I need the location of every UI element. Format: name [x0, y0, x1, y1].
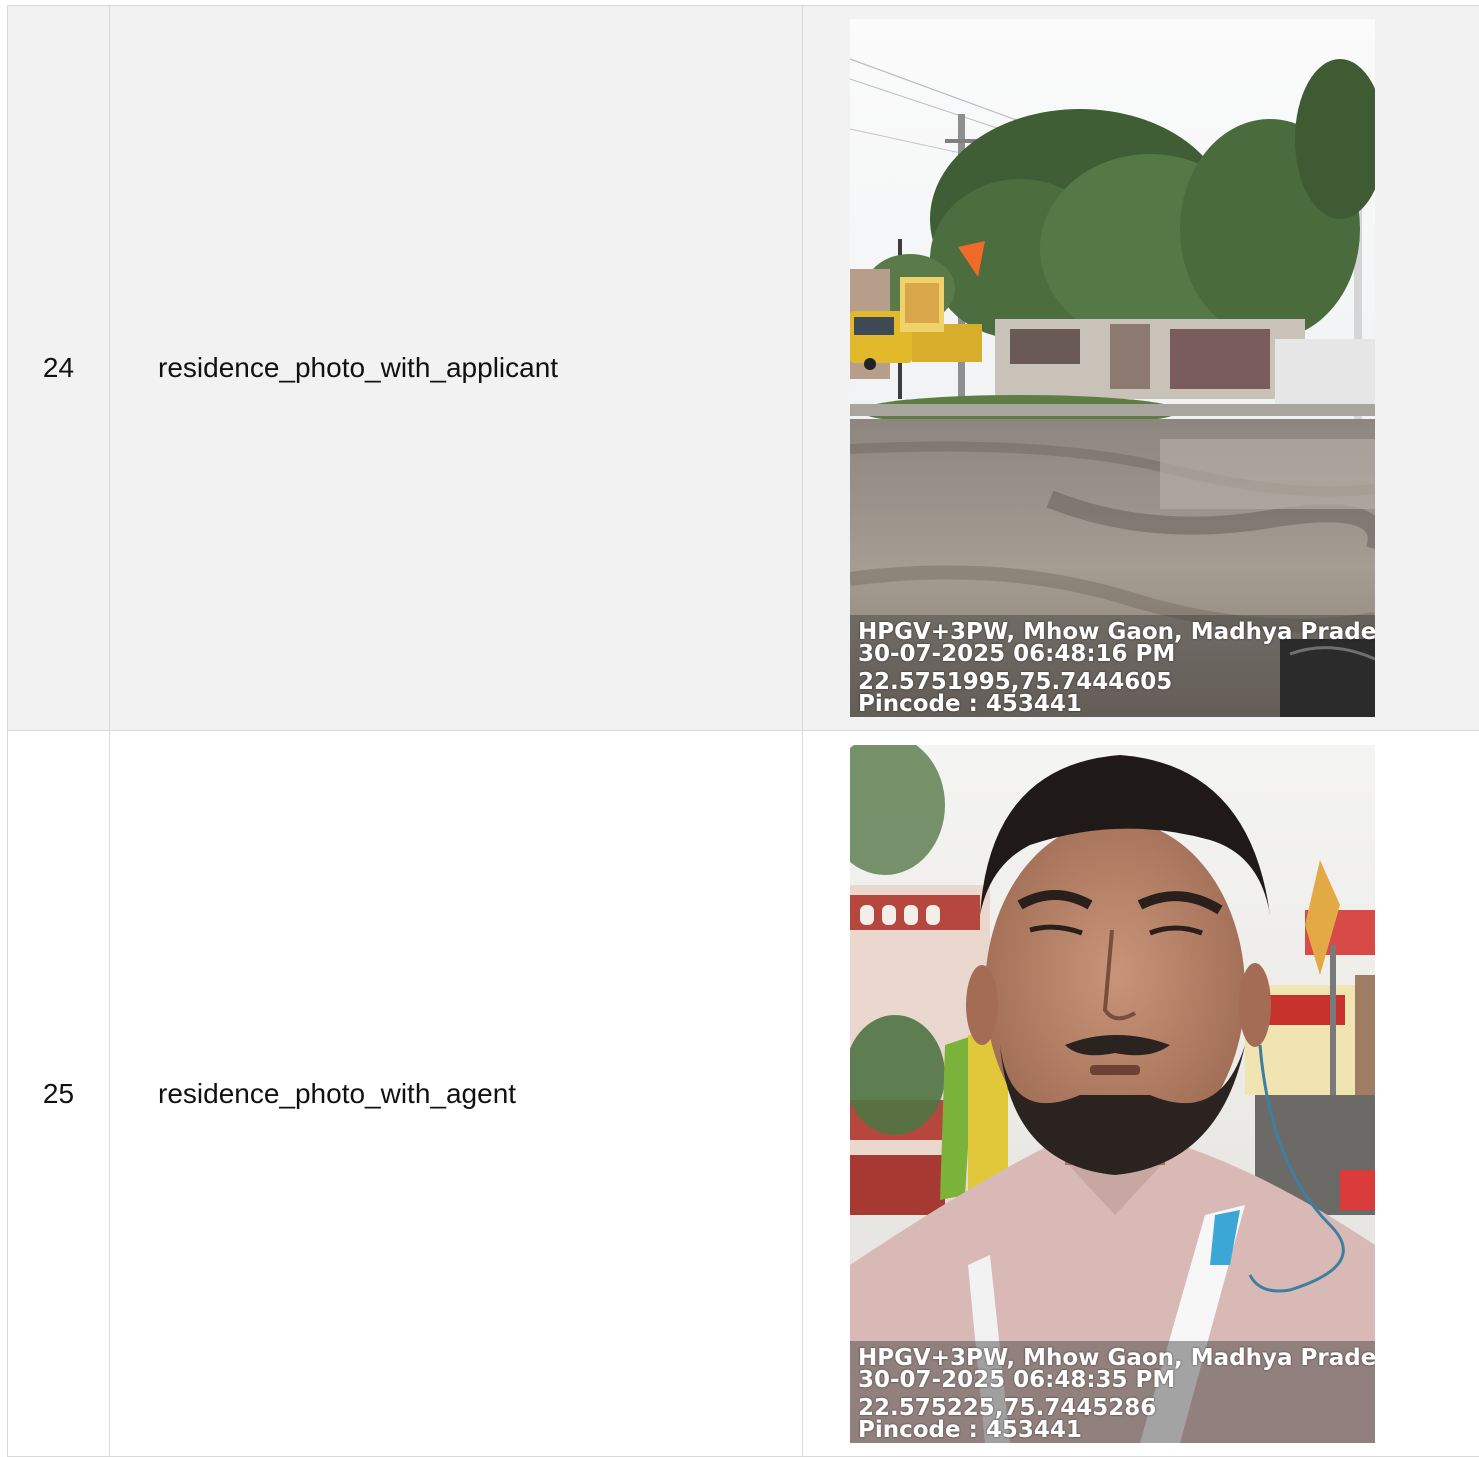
table-row: 25 residence_photo_with_agent — [8, 731, 1479, 1457]
photo-cell: HPGV+3PW, Mhow Gaon, Madhya Pradesh 4 30… — [803, 6, 1479, 731]
street-photo-illustration — [850, 19, 1375, 717]
row-number: 24 — [8, 6, 110, 731]
stamp-datetime: 30-07-2025 06:48:16 PM — [858, 643, 1375, 665]
geo-stamp: HPGV+3PW, Mhow Gaon, Madhya Pradesh 4 30… — [850, 615, 1375, 717]
stamp-datetime: 30-07-2025 06:48:35 PM — [858, 1369, 1375, 1391]
row-label: residence_photo_with_applicant — [110, 6, 803, 731]
photo-cell: HPGV+3PW, Mhow Gaon, Madhya Pradesh 4 30… — [803, 731, 1479, 1457]
agent-photo: HPGV+3PW, Mhow Gaon, Madhya Pradesh 4 30… — [850, 745, 1375, 1443]
stamp-address: HPGV+3PW, Mhow Gaon, Madhya Pradesh 4 — [858, 1347, 1375, 1369]
stamp-pincode: Pincode : 453441 — [858, 693, 1375, 715]
stamp-pincode: Pincode : 453441 — [858, 1419, 1375, 1441]
row-label: residence_photo_with_agent — [110, 731, 803, 1457]
selfie-photo-illustration — [850, 745, 1375, 1443]
row-number: 25 — [8, 731, 110, 1457]
document-table: 24 residence_photo_with_applicant — [7, 5, 1479, 1457]
table-row: 24 residence_photo_with_applicant — [8, 6, 1479, 731]
stamp-coordinates: 22.5751995,75.7444605 — [858, 671, 1375, 693]
residence-photo: HPGV+3PW, Mhow Gaon, Madhya Pradesh 4 30… — [850, 19, 1375, 717]
stamp-address: HPGV+3PW, Mhow Gaon, Madhya Pradesh 4 — [858, 621, 1375, 643]
geo-stamp: HPGV+3PW, Mhow Gaon, Madhya Pradesh 4 30… — [850, 1341, 1375, 1443]
stamp-coordinates: 22.575225,75.7445286 — [858, 1397, 1375, 1419]
